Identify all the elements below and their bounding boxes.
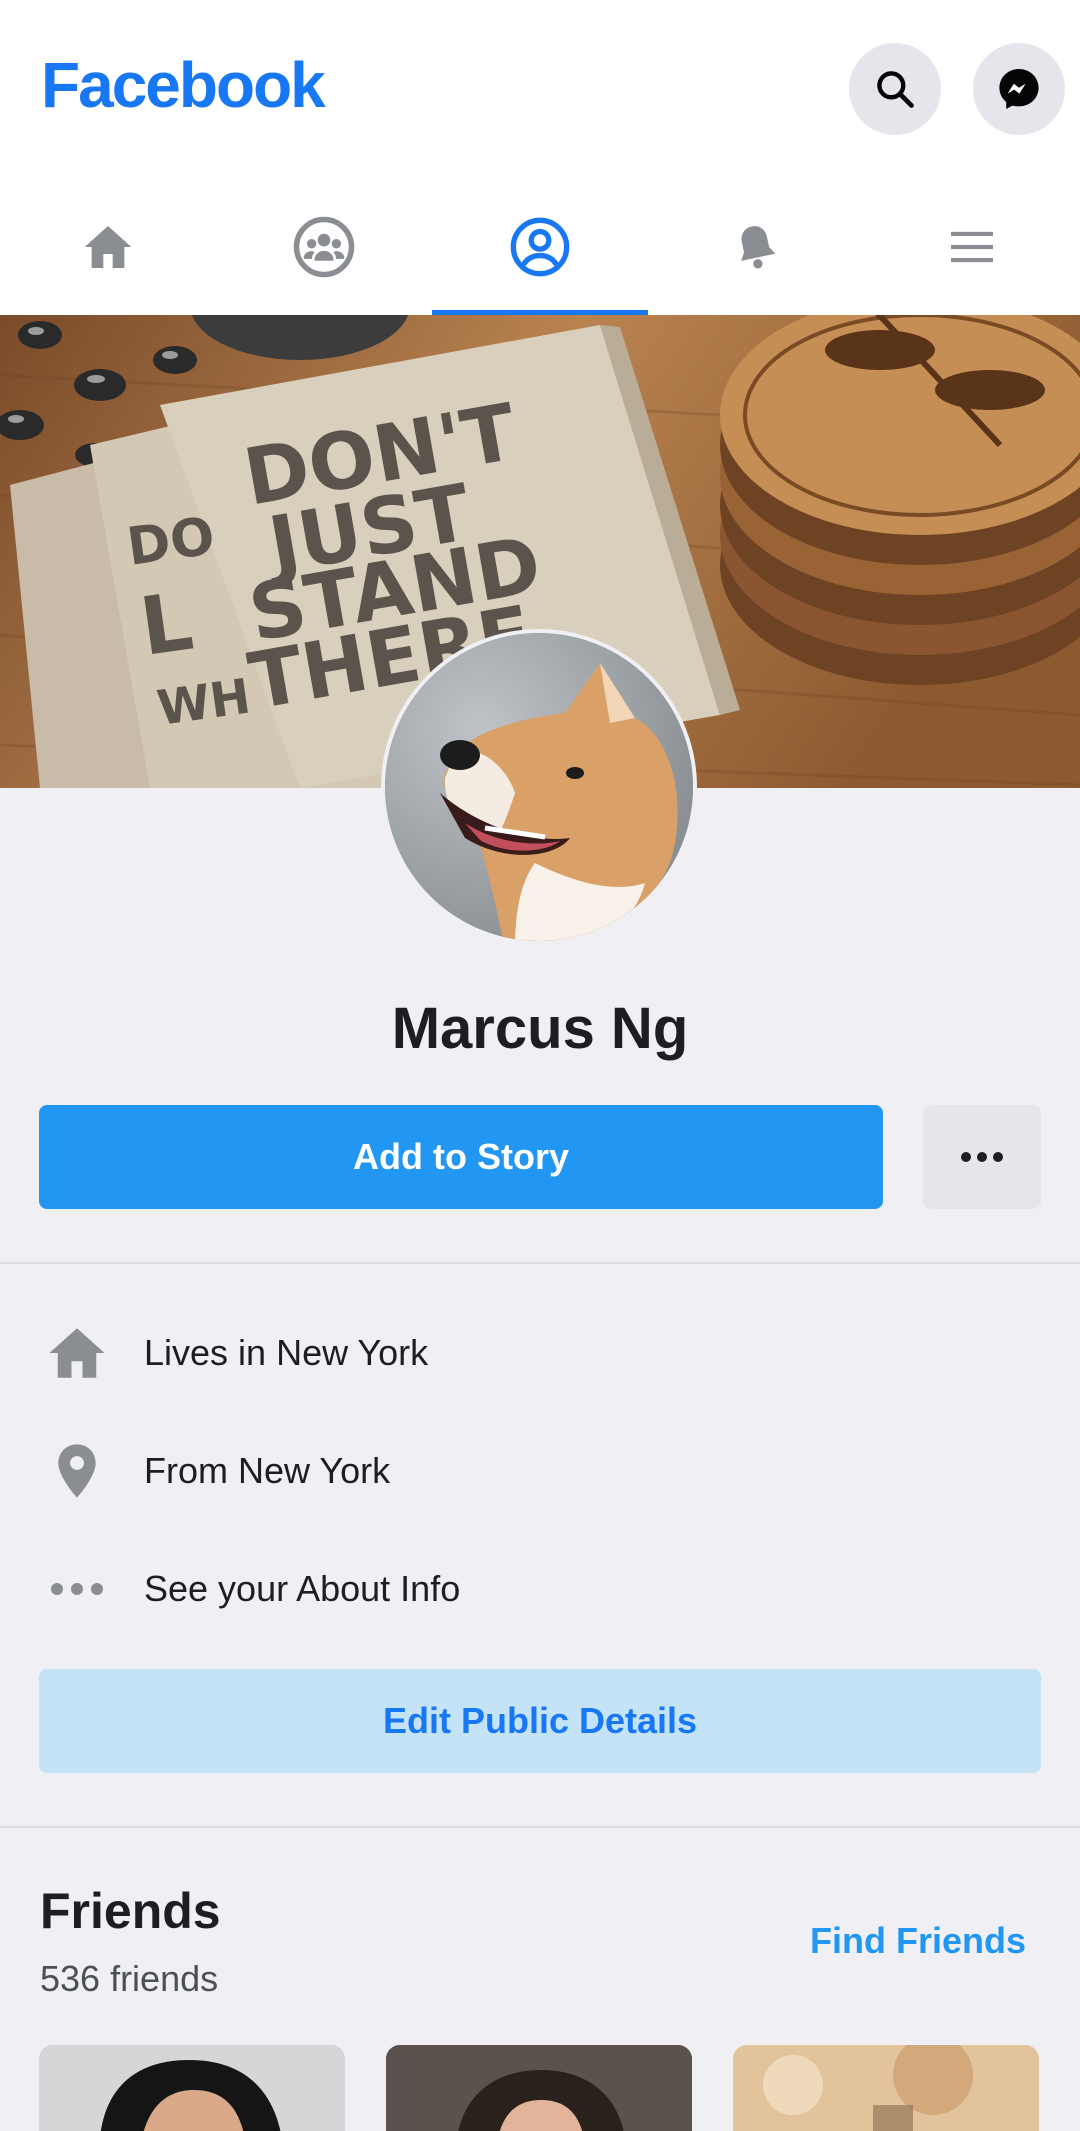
tab-profile[interactable] <box>432 178 648 315</box>
bell-icon <box>741 225 776 268</box>
tab-home[interactable] <box>0 178 216 315</box>
svg-text:DO: DO <box>123 506 218 578</box>
friend-card[interactable] <box>39 2045 345 2131</box>
find-friends-link[interactable]: Find Friends <box>810 1920 1026 1962</box>
about-item-lives[interactable]: Lives in New York <box>0 1313 1080 1393</box>
about-item-label: Lives in New York <box>144 1332 429 1373</box>
profile-icon <box>510 217 570 276</box>
tab-notifications[interactable] <box>648 178 864 315</box>
profile-more-button[interactable] <box>923 1105 1041 1209</box>
messenger-icon <box>999 69 1039 109</box>
more-dots-icon <box>42 1554 112 1624</box>
menu-icon <box>951 231 993 262</box>
top-bar: Facebook <box>0 0 1080 178</box>
friend-card[interactable] <box>386 2045 692 2131</box>
tab-groups[interactable] <box>216 178 432 315</box>
friend-card[interactable] <box>733 2045 1039 2131</box>
about-item-see-info[interactable]: See your About Info <box>0 1549 1080 1629</box>
friends-count: 536 friends <box>40 1958 219 1999</box>
tab-menu[interactable] <box>864 178 1080 315</box>
messenger-button[interactable] <box>973 43 1065 135</box>
facebook-logo[interactable]: Facebook <box>41 48 326 122</box>
search-button[interactable] <box>849 43 941 135</box>
home-icon <box>84 225 132 268</box>
about-item-from[interactable]: From New York <box>0 1431 1080 1511</box>
more-dots-icon <box>961 1152 1003 1162</box>
add-to-story-button[interactable]: Add to Story <box>39 1105 883 1209</box>
tab-bar <box>0 178 1080 315</box>
friend-photo <box>39 2045 345 2131</box>
friends-heading: Friends <box>40 1883 221 1939</box>
about-item-label: From New York <box>144 1450 391 1491</box>
profile-name: Marcus Ng <box>391 996 689 1061</box>
home-icon <box>42 1318 112 1388</box>
section-divider <box>0 1826 1080 1828</box>
location-pin-icon <box>42 1436 112 1506</box>
friend-photo <box>733 2045 1039 2131</box>
profile-picture[interactable] <box>381 629 697 945</box>
section-divider <box>0 1262 1080 1264</box>
about-item-label: See your About Info <box>144 1568 461 1609</box>
groups-icon <box>293 216 355 277</box>
profile-picture-image <box>385 633 693 941</box>
friend-photo <box>386 2045 692 2131</box>
search-icon <box>877 71 914 108</box>
edit-public-details-button[interactable]: Edit Public Details <box>39 1669 1041 1773</box>
